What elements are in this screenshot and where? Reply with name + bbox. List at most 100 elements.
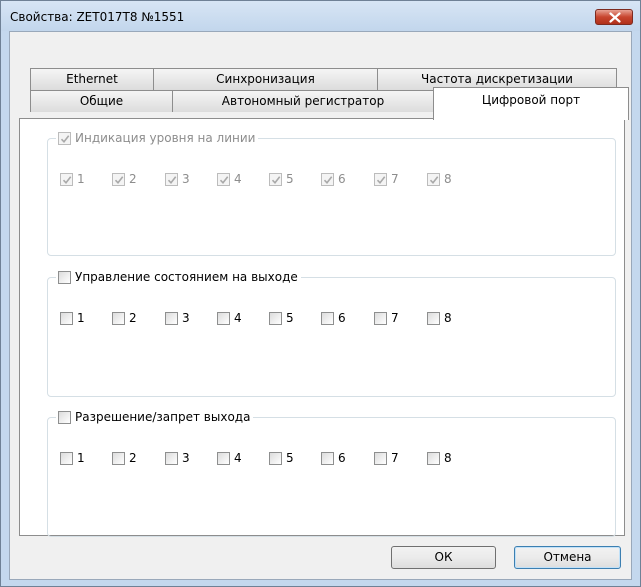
checkbox-box[interactable] xyxy=(165,451,178,465)
group-header-checkbox: Индикация уровня на линии xyxy=(56,129,259,147)
channel-checkbox-5: 5 xyxy=(269,172,294,186)
channel-checkbox-2[interactable]: 2 xyxy=(112,451,137,465)
tab-digital-port[interactable]: Цифровой порт xyxy=(433,87,629,120)
checkbox-label: 6 xyxy=(338,311,346,325)
checkbox-label: 2 xyxy=(129,311,137,325)
group-1: Индикация уровня на линии xyxy=(47,129,616,256)
channel-checkbox-6[interactable]: 6 xyxy=(321,311,346,325)
checkbox-label: 4 xyxy=(234,172,242,186)
checkbox-label: 3 xyxy=(182,311,190,325)
ok-button[interactable]: ОК xyxy=(391,546,496,569)
window-title: Свойства: ZET017T8 №1551 xyxy=(10,10,185,24)
channel-checkbox-3[interactable]: 3 xyxy=(165,311,190,325)
checkmark-icon xyxy=(271,175,281,184)
checkbox-box[interactable] xyxy=(269,451,282,465)
checkbox-box[interactable] xyxy=(427,311,440,325)
channel-checkbox-3[interactable]: 3 xyxy=(165,451,190,465)
checkbox-label: 5 xyxy=(286,451,294,465)
tab-general[interactable]: Общие xyxy=(30,90,173,112)
checkbox-label: 1 xyxy=(77,172,85,186)
checkbox-box[interactable] xyxy=(217,311,230,325)
channel-checkbox-8[interactable]: 8 xyxy=(427,311,452,325)
checkbox-label: 1 xyxy=(77,311,85,325)
checkbox-box[interactable] xyxy=(165,311,178,325)
checkbox-box[interactable] xyxy=(112,311,125,325)
tab-ethernet[interactable]: Ethernet xyxy=(30,68,154,90)
checkbox-label: 5 xyxy=(286,172,294,186)
checkbox-box[interactable] xyxy=(374,311,387,325)
checkbox-label: 7 xyxy=(391,451,399,465)
checkbox-box xyxy=(269,172,282,186)
channel-checkbox-1: 1 xyxy=(60,172,85,186)
group-label: Управление состоянием на выходе xyxy=(75,270,298,284)
checkmark-icon xyxy=(429,175,439,184)
checkbox-box[interactable] xyxy=(427,451,440,465)
channel-checkbox-7: 7 xyxy=(374,172,399,186)
group-2: Управление состоянием на выходе xyxy=(47,268,616,397)
checkbox-label: 4 xyxy=(234,311,242,325)
checkbox-box xyxy=(217,172,230,186)
channel-checkbox-5[interactable]: 5 xyxy=(269,451,294,465)
group-header-checkbox[interactable]: Разрешение/запрет выхода xyxy=(56,408,254,426)
cancel-button[interactable]: Отмена xyxy=(514,546,621,569)
channel-checkbox-5[interactable]: 5 xyxy=(269,311,294,325)
checkbox-label: 5 xyxy=(286,311,294,325)
channel-checkbox-4: 4 xyxy=(217,172,242,186)
channel-checkbox-6: 6 xyxy=(321,172,346,186)
channel-checkbox-8: 8 xyxy=(427,172,452,186)
checkbox-box xyxy=(58,131,71,145)
checkbox-label: 7 xyxy=(391,172,399,186)
checkbox-box xyxy=(165,172,178,186)
tab-autonomous-recorder[interactable]: Автономный регистратор xyxy=(172,90,434,112)
checkmark-icon xyxy=(62,175,72,184)
channel-checkbox-2: 2 xyxy=(112,172,137,186)
channel-checkbox-7[interactable]: 7 xyxy=(374,451,399,465)
title-bar[interactable]: Свойства: ZET017T8 №1551 xyxy=(1,1,640,31)
group-label: Разрешение/запрет выхода xyxy=(75,410,251,424)
checkbox-label: 8 xyxy=(444,172,452,186)
checkbox-box[interactable] xyxy=(112,451,125,465)
checkmark-icon xyxy=(114,175,124,184)
close-button[interactable] xyxy=(595,9,633,25)
checkbox-label: 2 xyxy=(129,172,137,186)
checkbox-box xyxy=(374,172,387,186)
channel-checkbox-2[interactable]: 2 xyxy=(112,311,137,325)
checkbox-label: 3 xyxy=(182,172,190,186)
checkbox-label: 1 xyxy=(77,451,85,465)
channel-checkbox-4[interactable]: 4 xyxy=(217,311,242,325)
checkbox-label: 4 xyxy=(234,451,242,465)
checkbox-label: 8 xyxy=(444,311,452,325)
close-x-icon xyxy=(609,12,621,23)
checkbox-label: 2 xyxy=(129,451,137,465)
checkbox-box[interactable] xyxy=(60,311,73,325)
checkbox-label: 8 xyxy=(444,451,452,465)
checkbox-box[interactable] xyxy=(60,451,73,465)
checkbox-label: 6 xyxy=(338,172,346,186)
channel-checkbox-1[interactable]: 1 xyxy=(60,311,85,325)
channel-checkbox-8[interactable]: 8 xyxy=(427,451,452,465)
checkbox-label: 7 xyxy=(391,311,399,325)
checkmark-icon xyxy=(60,134,70,143)
checkbox-label: 6 xyxy=(338,451,346,465)
checkbox-box[interactable] xyxy=(58,410,71,424)
checkbox-box[interactable] xyxy=(321,451,334,465)
channel-checkbox-1[interactable]: 1 xyxy=(60,451,85,465)
group-header-checkbox[interactable]: Управление состоянием на выходе xyxy=(56,268,301,286)
group-3: Разрешение/запрет выхода xyxy=(47,408,616,537)
channel-checkbox-6[interactable]: 6 xyxy=(321,451,346,465)
checkbox-box[interactable] xyxy=(217,451,230,465)
channel-checkbox-4[interactable]: 4 xyxy=(217,451,242,465)
channel-checkbox-3: 3 xyxy=(165,172,190,186)
checkbox-box[interactable] xyxy=(269,311,282,325)
checkbox-box xyxy=(321,172,334,186)
checkmark-icon xyxy=(167,175,177,184)
checkbox-label: 3 xyxy=(182,451,190,465)
checkbox-box[interactable] xyxy=(321,311,334,325)
tab-synchronization[interactable]: Синхронизация xyxy=(153,68,378,90)
properties-dialog: Свойства: ZET017T8 №1551 Ethernet Синхро… xyxy=(0,0,641,587)
checkbox-box[interactable] xyxy=(374,451,387,465)
checkbox-box xyxy=(60,172,73,186)
channel-checkbox-7[interactable]: 7 xyxy=(374,311,399,325)
checkbox-box[interactable] xyxy=(58,270,71,284)
group-label: Индикация уровня на линии xyxy=(75,131,256,145)
